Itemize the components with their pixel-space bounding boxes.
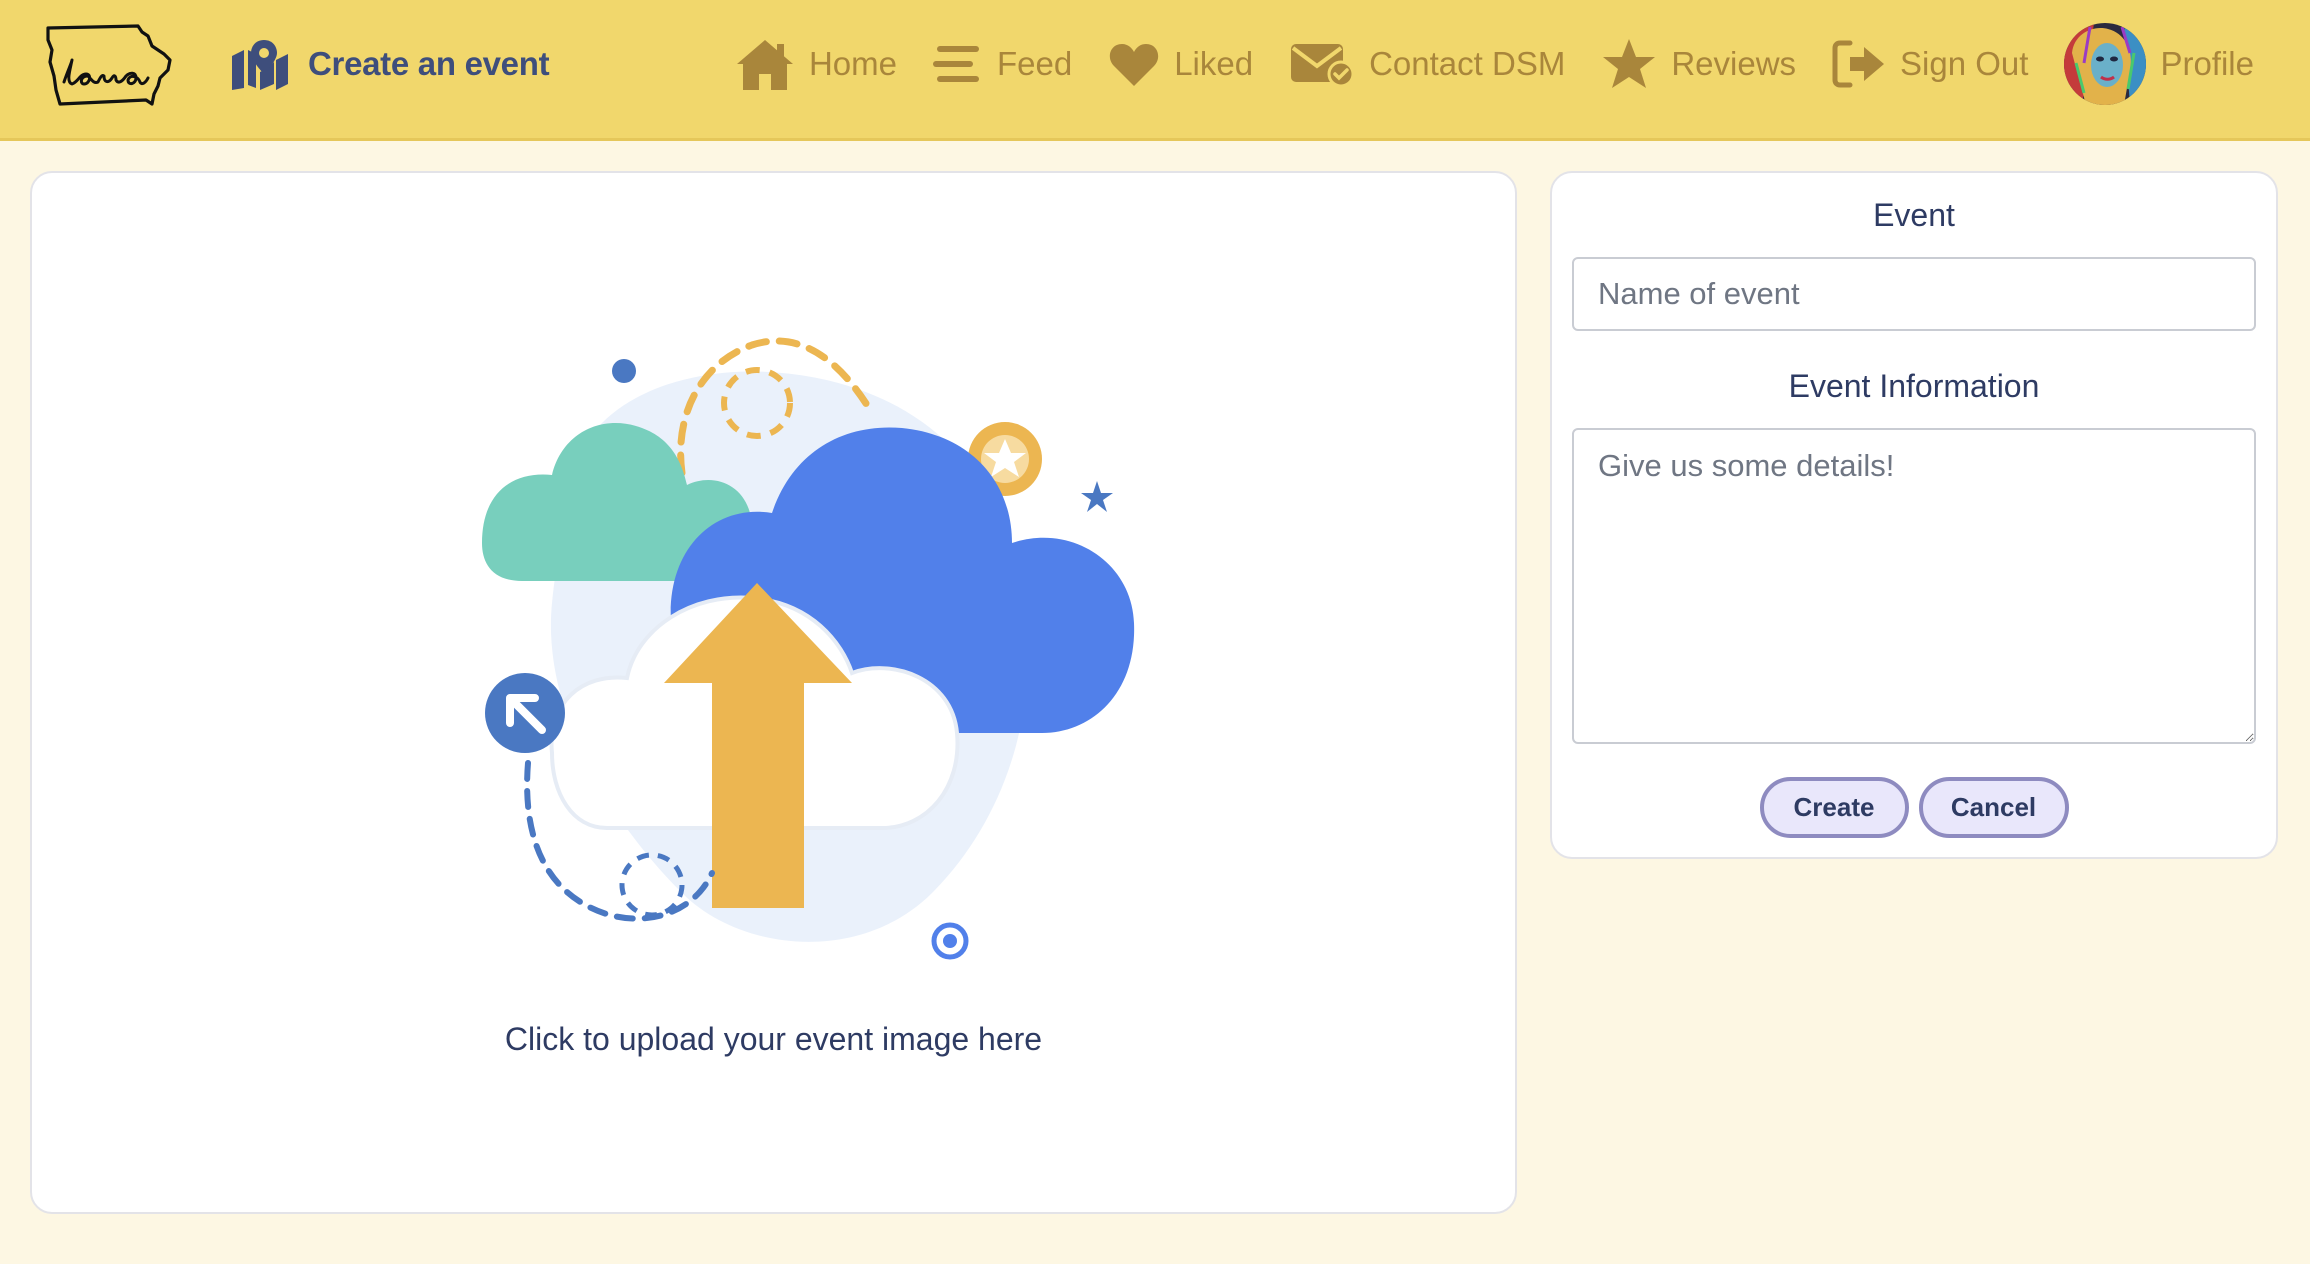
sign-out-icon xyxy=(1832,40,1885,88)
nav-liked-label: Liked xyxy=(1174,45,1254,82)
nav-reviews[interactable]: Reviews xyxy=(1601,26,1796,102)
cloud-upload-illustration xyxy=(482,337,1135,960)
event-info-textarea[interactable] xyxy=(1572,428,2256,744)
iowa-state-outline-icon xyxy=(46,24,172,106)
nav-contact[interactable]: Contact DSM xyxy=(1289,26,1565,102)
cancel-button[interactable]: Cancel xyxy=(1918,777,2069,838)
avatar xyxy=(2064,23,2147,105)
nav-feed-label: Feed xyxy=(996,45,1073,82)
mail-check-icon xyxy=(1291,44,1355,88)
nav-reviews-label: Reviews xyxy=(1671,45,1797,82)
heart-icon xyxy=(1110,44,1159,86)
create-button[interactable]: Create xyxy=(1759,777,1909,838)
nav-links: Home Feed Liked Contact DSM Reviews Sign… xyxy=(735,23,2254,105)
upload-caption: Click to upload your event image here xyxy=(504,1021,1043,1057)
event-label: Event xyxy=(1873,197,1955,233)
create-event-link[interactable]: Create an event xyxy=(230,34,550,94)
nav-home-label: Home xyxy=(808,45,897,82)
image-upload-dropzone[interactable]: Click to upload your event image here xyxy=(30,171,1517,1214)
create-event-label: Create an event xyxy=(308,45,550,82)
star-icon xyxy=(1603,39,1656,88)
home-icon xyxy=(736,40,793,90)
nav-feed[interactable]: Feed xyxy=(932,26,1073,102)
nav-profile[interactable]: Profile xyxy=(2064,23,2254,105)
nav-signout-label: Sign Out xyxy=(1900,45,2029,82)
event-form: Event Event Information Create Cancel xyxy=(1550,171,2278,859)
event-info-label: Event Information xyxy=(1788,368,2040,404)
nav-contact-label: Contact DSM xyxy=(1369,45,1566,82)
form-actions: Create Cancel xyxy=(1552,777,2276,838)
profile-portrait-icon xyxy=(2064,23,2147,105)
event-name-input[interactable] xyxy=(1572,257,2256,331)
navbar: Create an event Home Feed Liked Contact … xyxy=(0,0,2310,141)
menu-lines-icon xyxy=(932,46,979,82)
map-location-icon xyxy=(232,40,288,90)
nav-home[interactable]: Home xyxy=(735,26,897,102)
nav-signout[interactable]: Sign Out xyxy=(1832,26,2028,102)
iowa-logo[interactable] xyxy=(42,20,180,112)
nav-profile-label: Profile xyxy=(2160,45,2254,82)
nav-liked[interactable]: Liked xyxy=(1108,26,1253,102)
